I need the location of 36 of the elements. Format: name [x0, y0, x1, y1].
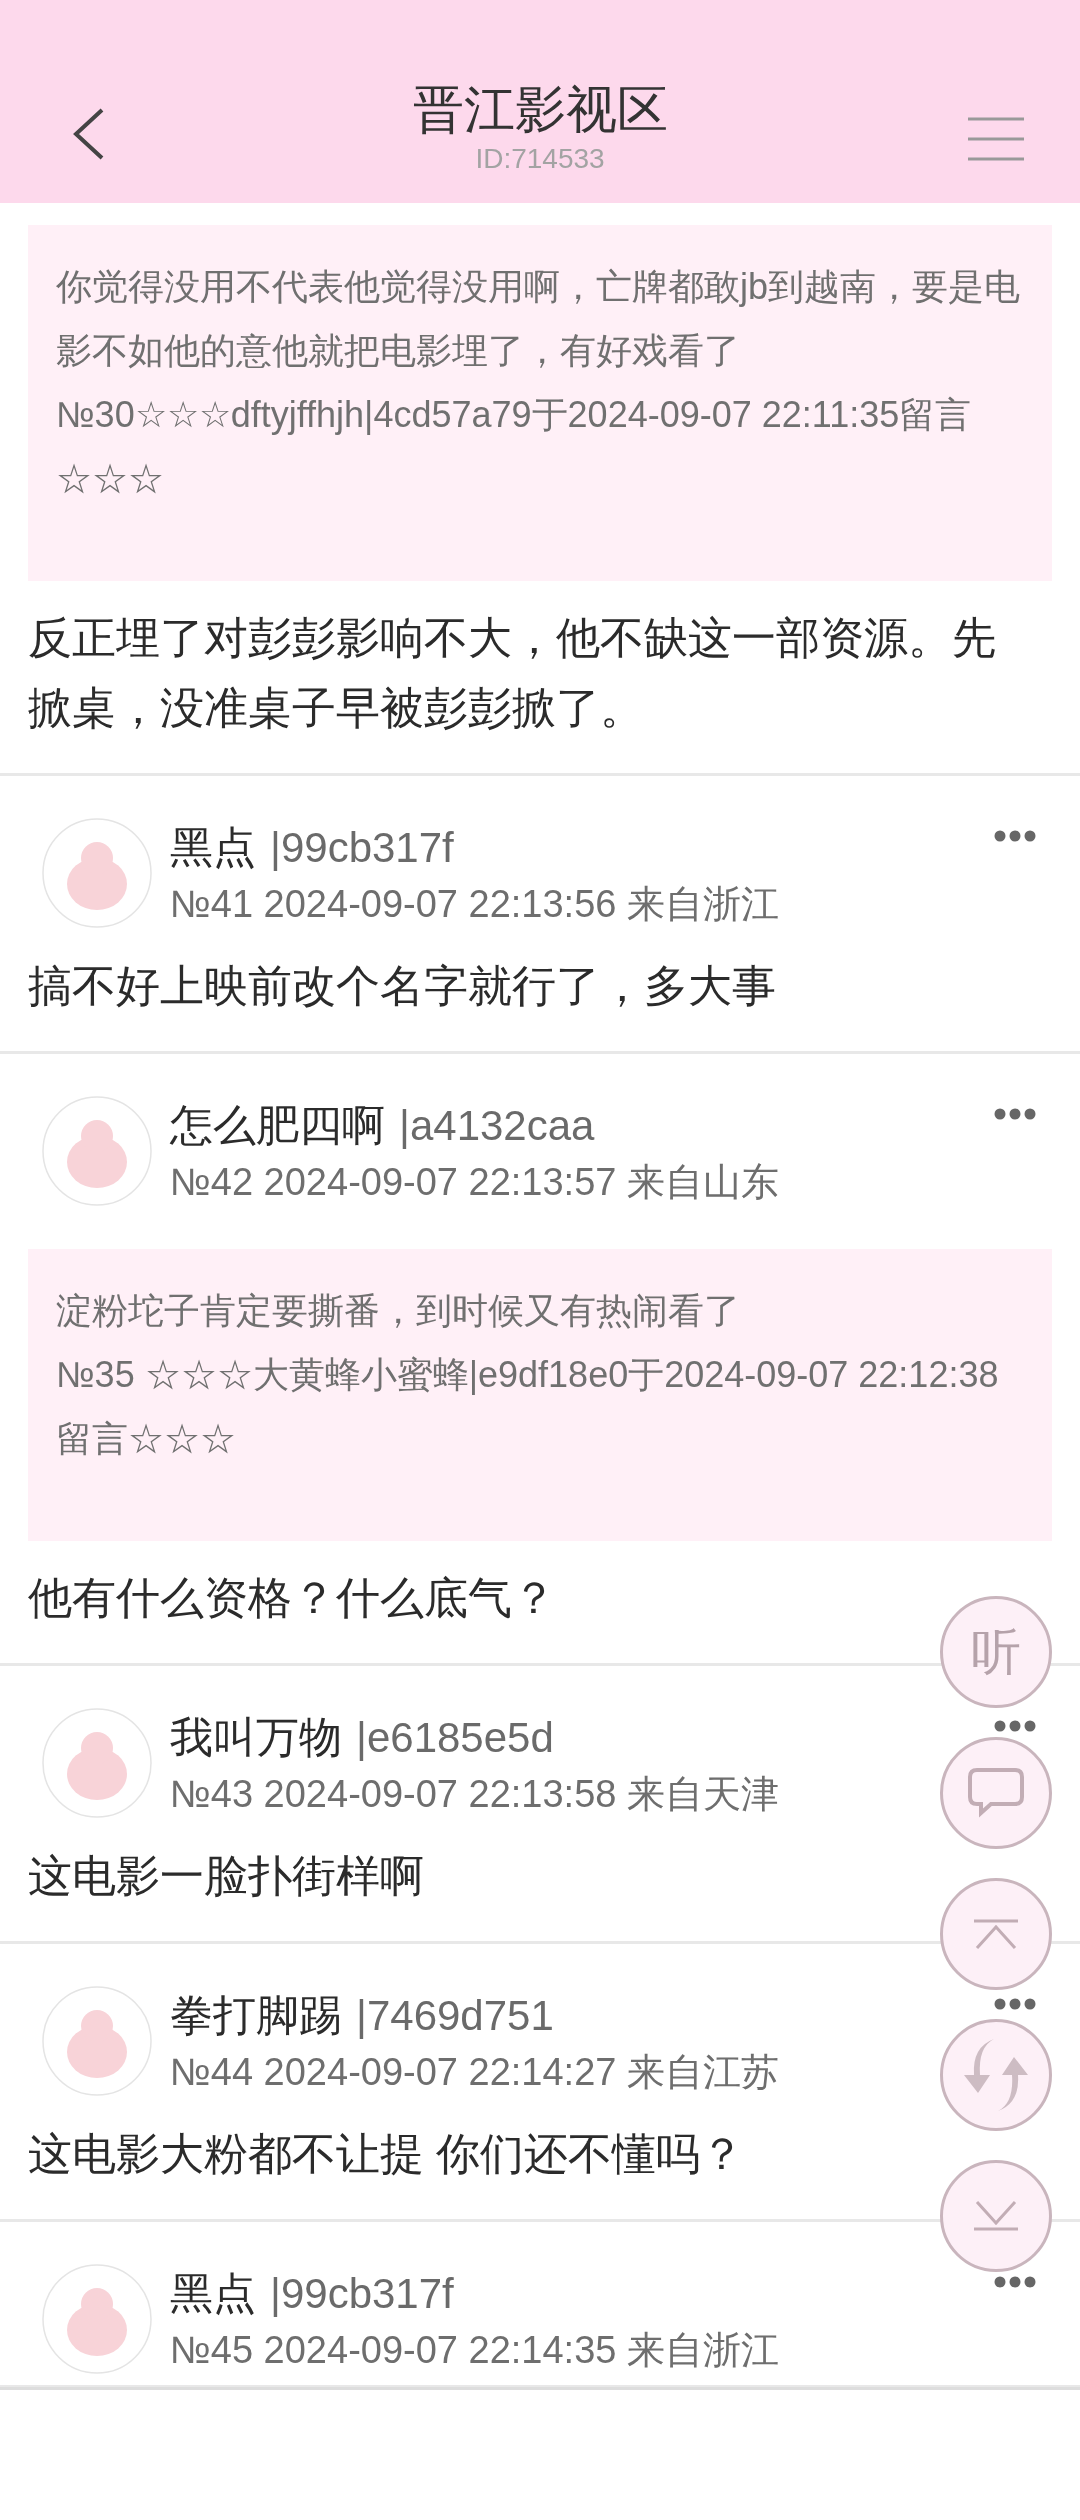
more-icon[interactable]	[994, 1998, 1036, 2010]
quote-meta: №30☆☆☆dftyjffhjh|4cd57a79于2024-09-07 22:11:35留言☆☆☆	[56, 393, 973, 501]
user-name: 黑点	[170, 2268, 256, 2319]
post-meta: №45 2024-09-07 22:14:35 来自浙江	[170, 2328, 779, 2373]
user-id: |7469d751	[356, 1991, 554, 2041]
user-name: 拳打脚踢	[170, 1990, 342, 2041]
post-meta: №43 2024-09-07 22:13:58 来自天津	[170, 1772, 779, 1817]
post-text: 搞不好上映前改个名字就行了，多大事	[28, 960, 776, 1012]
quote-text: 淀粉坨子肯定要撕番，到时候又有热闹看了	[56, 1289, 741, 1333]
user-name: 我叫万物	[170, 1712, 342, 1763]
thread-id: ID:714533	[475, 142, 605, 177]
post-text: 他有什么资格？什么底气？	[28, 1572, 556, 1624]
scroll-bottom-icon	[973, 2201, 1019, 2231]
user-id: |a4132caa	[399, 1101, 595, 1151]
page-title: 晋江影视区	[412, 82, 668, 139]
user-name: 怎么肥四啊	[170, 1100, 385, 1151]
user-id: |99cb317f	[270, 823, 454, 873]
post-meta: №44 2024-09-07 22:14:27 来自江苏	[170, 2050, 779, 2095]
post-text: 反正埋了对彭彭影响不大，他不缺这一部资源。先掀桌，没准桌子早被彭彭掀了。	[28, 612, 997, 734]
quote-meta: №35 ☆☆☆大黄蜂小蜜蜂|e9df18e0于2024-09-07 22:12:38留言☆☆☆	[56, 1353, 1000, 1461]
post-text: 这电影大粉都不让提 你们还不懂吗？	[28, 2128, 745, 2180]
user-id: |e6185e5d	[356, 1713, 554, 1763]
listen-button[interactable]: 听	[940, 1596, 1052, 1708]
post-meta: №41 2024-09-07 22:13:56 来自浙江	[170, 882, 779, 927]
more-icon[interactable]	[994, 1108, 1036, 1120]
post-meta: №42 2024-09-07 22:13:57 来自山东	[170, 1160, 779, 1205]
refresh-icon	[964, 2037, 1028, 2113]
more-icon[interactable]	[994, 1720, 1036, 1732]
quote-text: 你觉得没用不代表他觉得没用啊，亡牌都敢jb到越南，要是电影不如他的意他就把电影埋了，有好戏看了	[56, 265, 1022, 373]
scroll-top-icon	[973, 1919, 1019, 1949]
post-text: 这电影一脸扑街样啊	[28, 1850, 424, 1902]
more-icon[interactable]	[994, 2276, 1036, 2288]
comment-icon	[967, 1767, 1025, 1819]
more-icon[interactable]	[994, 830, 1036, 842]
user-id: |99cb317f	[270, 2269, 454, 2319]
user-name: 黑点	[170, 822, 256, 873]
